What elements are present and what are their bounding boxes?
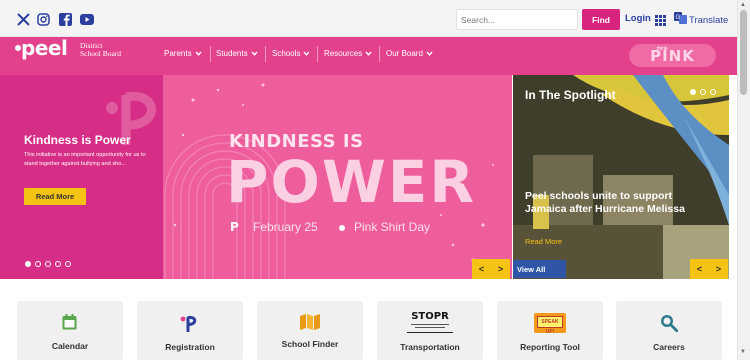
page: Find Login G Translate peel District Sch… — [0, 0, 750, 360]
chevron-down-icon — [426, 51, 433, 56]
prev-arrow-button[interactable]: < — [479, 264, 484, 274]
login-link[interactable]: Login — [625, 13, 651, 24]
map-icon — [300, 314, 320, 330]
read-more-button[interactable]: Read More — [24, 188, 86, 205]
spotlight-image — [513, 75, 729, 279]
quick-link-label: School Finder — [281, 339, 339, 349]
quick-link-calendar[interactable]: Calendar — [17, 301, 123, 360]
chevron-down-icon — [251, 51, 258, 56]
spotlight-heading: In The Spotlight — [525, 88, 616, 102]
slide-dot[interactable] — [35, 261, 41, 267]
quick-link-label: Transportation — [400, 342, 460, 352]
stopr-logo: STOPR — [407, 311, 453, 333]
speak-up-logo-text: SPEAK UP! — [537, 316, 563, 335]
nav-item-parents[interactable]: Parents — [164, 49, 202, 58]
grid-icon[interactable] — [655, 13, 666, 26]
x-twitter-icon[interactable] — [15, 11, 31, 27]
nav-item-resources[interactable]: Resources — [324, 49, 372, 58]
spotlight-dot[interactable] — [700, 89, 706, 95]
next-arrow-button[interactable]: > — [716, 264, 721, 274]
brand-subtitle-line2: School Board — [80, 49, 122, 58]
nav-item-schools[interactable]: Schools — [272, 49, 310, 58]
search-input[interactable] — [456, 9, 578, 30]
scroll-down-arrow[interactable]: ▼ — [740, 349, 746, 355]
spotlight-article-title[interactable]: Peel schools unite to support Jamaica af… — [525, 190, 715, 215]
spotlight-read-more-link[interactable]: Read More — [525, 237, 562, 246]
svg-text:G: G — [676, 15, 681, 21]
instagram-icon[interactable] — [35, 11, 51, 27]
banner-peel-logo: P — [230, 220, 239, 234]
quick-link-registration[interactable]: Registration — [137, 301, 243, 360]
hero-watermark-logo — [106, 91, 156, 145]
hero-carousel-arrows: < > — [472, 259, 510, 279]
chevron-down-icon — [195, 51, 202, 56]
nav-item-label: Resources — [324, 49, 363, 58]
speak-up-icon: SPEAK UP! — [534, 313, 566, 335]
banner-separator-dot — [339, 225, 345, 231]
banner-headline-line2: POWER — [226, 148, 477, 216]
find-button[interactable]: Find — [582, 9, 620, 30]
nav-item-our-board[interactable]: Our Board — [386, 49, 433, 58]
quick-link-label: Reporting Tool — [520, 342, 580, 352]
prev-arrow-button[interactable]: < — [697, 264, 702, 274]
calendar-icon — [62, 314, 77, 330]
quick-link-label: Registration — [165, 342, 215, 352]
scrollbar-thumb[interactable] — [740, 10, 747, 95]
quick-link-reporting-tool[interactable]: SPEAK UP! Reporting Tool — [497, 301, 603, 360]
slide-dot[interactable] — [55, 261, 61, 267]
nav-item-label: Schools — [272, 49, 301, 58]
nav-item-label: Students — [216, 49, 248, 58]
translate-label: Translate — [689, 14, 729, 26]
chevron-down-icon — [303, 51, 310, 56]
nav-item-label: Parents — [164, 49, 192, 58]
spotlight-dot-active[interactable] — [690, 89, 696, 95]
think-pink-badge[interactable]: think PINK — [629, 44, 716, 67]
nav-divider — [379, 46, 380, 62]
banner-event-name: Pink Shirt Day — [354, 220, 431, 234]
banner-date: February 25 — [253, 220, 318, 234]
slide-dot[interactable] — [65, 261, 71, 267]
spotlight-dot[interactable] — [710, 89, 716, 95]
brand-logo[interactable]: peel — [21, 36, 68, 60]
nav-divider — [265, 46, 266, 62]
view-all-button[interactable]: View All — [513, 260, 566, 278]
nav-item-label: Our Board — [386, 49, 423, 58]
translate-button[interactable]: G Translate — [674, 11, 728, 29]
scroll-up-arrow[interactable]: ▲ — [740, 2, 746, 8]
slide-dot-active[interactable] — [25, 261, 31, 267]
hero-title: Kindness is Power — [24, 133, 131, 147]
nav-divider — [210, 46, 211, 62]
facebook-icon[interactable] — [57, 11, 73, 27]
chevron-down-icon — [365, 51, 372, 56]
magnifier-icon — [661, 315, 678, 332]
translate-icon: G — [674, 11, 687, 29]
nav-divider — [317, 46, 318, 62]
quick-link-school-finder[interactable]: School Finder — [257, 301, 363, 360]
nav-item-students[interactable]: Students — [216, 49, 258, 58]
spotlight-carousel-arrows: < > — [690, 259, 728, 279]
quick-link-label: Calendar — [51, 341, 89, 351]
slide-dot[interactable] — [45, 261, 51, 267]
peel-p-icon — [180, 315, 197, 332]
quick-link-transportation[interactable]: STOPR Transportation — [377, 301, 483, 360]
quick-link-label: Careers — [653, 342, 685, 352]
hero-text-panel — [0, 75, 163, 279]
quick-link-careers[interactable]: Careers — [616, 301, 722, 360]
spotlight-photo[interactable] — [513, 75, 729, 279]
stopr-logo-text: STOPR — [411, 311, 449, 322]
brand-subtitle: District School Board — [80, 42, 121, 58]
next-arrow-button[interactable]: > — [498, 264, 503, 274]
hero-description: This initiative is an important opportun… — [24, 152, 146, 167]
youtube-icon[interactable] — [79, 11, 95, 27]
badge-small-text: think — [657, 46, 668, 52]
